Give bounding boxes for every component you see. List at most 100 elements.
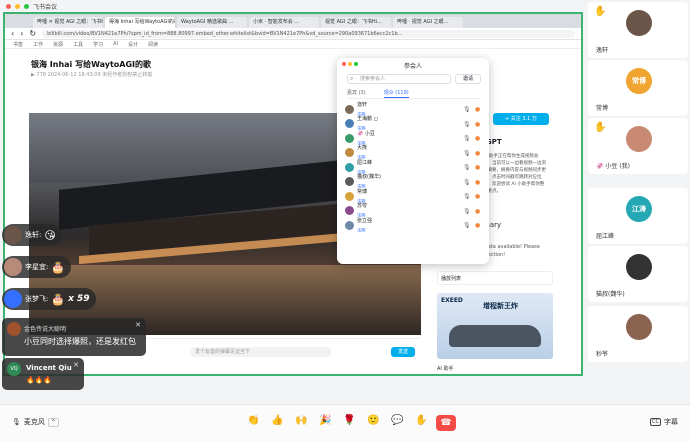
camera-icon[interactable]: ● — [475, 179, 480, 186]
danmu-send-button[interactable]: 发送 — [391, 347, 415, 357]
participant-row[interactable]: 屈江峰 主持 🎙 ● — [345, 160, 483, 175]
bookmark-item[interactable]: 阅读 — [148, 41, 158, 48]
close-window-icon[interactable] — [6, 3, 11, 9]
avatar — [345, 104, 354, 114]
chat-message-card[interactable]: VQ Vincent Qiu 🔥🔥🔥 ✕ — [2, 358, 84, 390]
chat-icon[interactable]: 💬 — [390, 415, 405, 426]
camera-icon[interactable]: ● — [475, 193, 480, 200]
captions-button[interactable]: CC 字幕 — [650, 417, 678, 427]
meeting-title: 飞书会议 — [33, 3, 58, 11]
smile-icon[interactable]: 🙂 — [366, 415, 381, 426]
avatar — [4, 258, 22, 276]
mic-button[interactable]: 🎙 麦克风 ^ — [12, 417, 59, 427]
browser-tab[interactable]: 得海 Inhai 写给WaytoAGI的歌 — [105, 17, 175, 28]
browser-tab[interactable]: 哔哩 · 视觉 AGI 之眼... — [393, 17, 463, 28]
participant-row[interactable]: 苏夸 主持 🎙 ● — [345, 203, 483, 219]
party-icon[interactable]: 🎉 — [318, 415, 333, 426]
summary-notice: ...ata available! Please ...ection! — [483, 244, 540, 258]
rose-icon[interactable]: 🌹 — [342, 415, 357, 426]
clap-icon[interactable]: 👏 — [246, 415, 261, 426]
maximize-window-icon[interactable] — [24, 3, 29, 9]
dialog-close-icon[interactable] — [342, 62, 346, 66]
participant-row[interactable]: 猫叔(魏华) 主持 🎙 ● — [345, 174, 483, 190]
avatar — [4, 290, 22, 308]
browser-tab[interactable]: WaytoAGI 精选歌曲 ... — [177, 17, 247, 28]
participant-row[interactable]: 王海鹏 ◻ 主持 🎙 ● — [345, 116, 483, 132]
close-icon[interactable]: ✕ — [73, 361, 79, 369]
camera-icon[interactable]: ● — [475, 150, 480, 157]
address-input[interactable]: bilibili.com/video/BV1N421e7Ph/?spm_id_f… — [42, 29, 575, 38]
dialog-minimize-icon[interactable] — [348, 62, 352, 66]
meeting-toolbar: 🎙 麦克风 ^ 👏 👍 🙌 🎉 🌹 🙂 💬 ✋ ☎ CC 字幕 — [0, 404, 690, 442]
microphone-icon[interactable]: 🎙 — [463, 164, 471, 171]
back-icon[interactable]: ‹ — [11, 29, 14, 38]
camera-icon[interactable]: ● — [475, 121, 480, 128]
microphone-icon[interactable]: 🎙 — [463, 208, 471, 215]
reaction-toolbar: 👏 👍 🙌 🎉 🌹 🙂 💬 ✋ — [246, 415, 429, 426]
camera-icon[interactable]: ● — [475, 106, 480, 113]
tab-guests[interactable]: 嘉宾 (3) — [347, 89, 366, 98]
danmu-input[interactable]: 发个友善的弹幕见证当下 — [191, 347, 331, 357]
ad-banner[interactable]: EXEED 增程新王炸 — [437, 293, 553, 359]
participant-list: 逸轩 主持 🎙 ● 王海鹏 ◻ 主持 🎙 ● 🦑 小豆 主持 🎙 ● 大熊 主持 🎙 ● 屈江峰 主持 🎙 ● 猫叔(魏… — [345, 102, 483, 233]
participant-info: 逸轩 主持 — [357, 102, 367, 117]
playlist-header[interactable]: 播放列表 — [437, 271, 553, 285]
camera-icon[interactable]: ● — [475, 222, 480, 229]
participant-row[interactable]: 🦑 小豆 主持 🎙 ● — [345, 131, 483, 146]
participant-search-input[interactable]: 搜索参会人 — [347, 74, 451, 84]
video-meta: ▶ 778 2024-06-12 18:43:09 未经作者授权禁止转载 — [31, 72, 153, 78]
raise-hand-icon[interactable]: ✋ — [414, 415, 429, 426]
participant-info: 屈江峰 主持 — [357, 160, 372, 175]
invite-button[interactable]: 邀请 — [455, 74, 481, 84]
chat-message-card[interactable]: 金色传说大聪明 小豆同时选择爆照，还是发红包 ✕ — [2, 318, 146, 356]
bookmark-item[interactable]: 工作 — [33, 41, 43, 48]
message-sender: Vincent Qiu — [26, 364, 72, 372]
camera-icon[interactable]: ● — [475, 208, 480, 215]
leave-meeting-button[interactable]: ☎ — [436, 415, 456, 431]
camera-icon[interactable]: ● — [475, 164, 480, 171]
participant-row[interactable]: 大熊 主持 🎙 ● — [345, 145, 483, 161]
participant-video-tile[interactable]: 秒爷 — [588, 306, 688, 362]
bookmark-item[interactable]: AI — [113, 41, 118, 47]
reaction-count: x 59 — [68, 294, 90, 304]
participant-row[interactable]: 逸轩 主持 🎙 ● — [345, 102, 483, 117]
bookmark-item[interactable]: 设计 — [128, 41, 138, 48]
microphone-icon[interactable]: 🎙 — [463, 106, 471, 113]
participant-video-tile[interactable]: 江涛 屈江峰 — [588, 188, 688, 244]
bookmark-item[interactable]: 资源 — [53, 41, 63, 48]
participant-info: 猫叔(魏华) 主持 — [357, 174, 381, 189]
tab-audience[interactable]: 观众 (119) — [383, 89, 409, 98]
participant-video-tile[interactable]: 猫叔(魏华) — [588, 246, 688, 302]
reaction-sender: 张梦飞: — [25, 295, 49, 303]
cheer-icon[interactable]: 🙌 — [294, 415, 309, 426]
follow-button[interactable]: + 关注 3.1 万 — [493, 113, 549, 125]
participant-video-tile[interactable]: ✋ 逸轩 — [588, 2, 688, 58]
participant-row[interactable]: 张立强 主持 🎙 ● — [345, 218, 483, 233]
browser-tab[interactable]: 小米 · 智能发布会 ... — [249, 17, 319, 28]
browser-tab[interactable]: 视觉 AGI 之眼：飞书Hi... — [321, 17, 391, 28]
dialog-maximize-icon[interactable] — [354, 62, 358, 66]
camera-icon[interactable]: ● — [475, 135, 480, 142]
microphone-icon[interactable]: 🎙 — [463, 121, 471, 128]
reload-icon[interactable]: ↻ — [29, 29, 36, 38]
microphone-icon[interactable]: 🎙 — [463, 150, 471, 157]
participant-row[interactable]: 常博 主持 🎙 ● — [345, 189, 483, 204]
browser-tab[interactable]: 哔哩 ✕ 视觉 AGI 之眼：飞书Hi... — [33, 17, 103, 28]
chevron-up-icon[interactable]: ^ — [47, 417, 59, 427]
microphone-icon[interactable]: 🎙 — [463, 179, 471, 186]
thumbs-up-icon[interactable]: 👍 — [270, 415, 285, 426]
close-icon[interactable]: ✕ — [135, 321, 141, 329]
ai-tool-label[interactable]: AI 助手 — [437, 365, 553, 372]
bookmark-item[interactable]: 书签 — [13, 41, 23, 48]
minimize-window-icon[interactable] — [15, 3, 20, 9]
participant-video-tile[interactable]: 常博 常博 — [588, 60, 688, 116]
bookmark-item[interactable]: 学习 — [93, 41, 103, 48]
microphone-icon[interactable]: 🎙 — [463, 135, 471, 142]
microphone-icon[interactable]: 🎙 — [463, 193, 471, 200]
avatar: 江涛 — [626, 196, 652, 222]
microphone-icon[interactable]: 🎙 — [463, 222, 471, 229]
participant-info: 大熊 主持 — [357, 145, 367, 160]
participant-video-tile[interactable]: ✋ 🦑 小豆 (我) — [588, 118, 688, 174]
forward-icon[interactable]: › — [20, 29, 23, 38]
bookmark-item[interactable]: 工具 — [73, 41, 83, 48]
